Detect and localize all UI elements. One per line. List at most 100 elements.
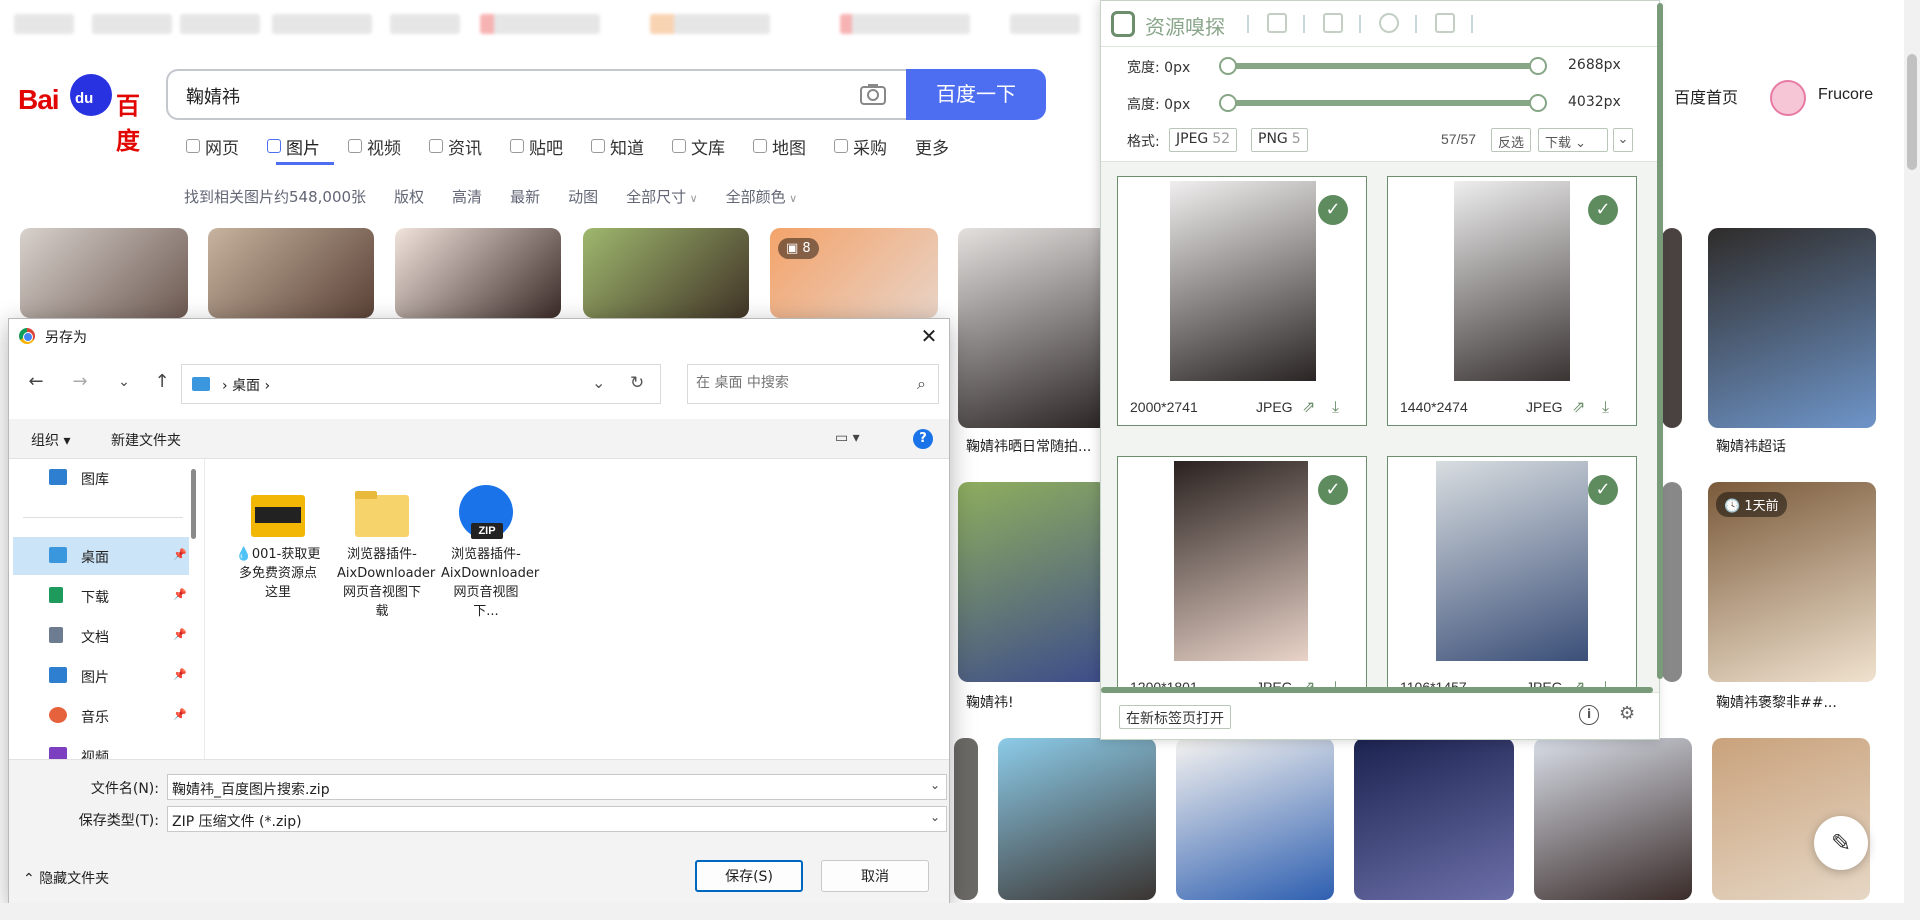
- width-range-slider[interactable]: [1219, 57, 1547, 75]
- download-icon[interactable]: ⤓: [1602, 397, 1609, 417]
- filter-copyright[interactable]: 版权: [394, 186, 424, 207]
- blurred-tab[interactable]: [180, 14, 260, 34]
- download-dropdown[interactable]: 下载 ⌄: [1538, 128, 1608, 152]
- blurred-tab[interactable]: [1010, 14, 1080, 34]
- image-card[interactable]: ✓ 1200*1801 JPEG ⇗ ⤓: [1117, 456, 1367, 692]
- filter-latest[interactable]: 最新: [510, 186, 540, 207]
- image-card[interactable]: ✓ 2000*2741 JPEG ⇗ ⤓: [1117, 176, 1367, 426]
- image-thumbnail[interactable]: [1176, 738, 1334, 900]
- filter-hd[interactable]: 高清: [452, 186, 482, 207]
- blurred-tab[interactable]: [650, 14, 770, 34]
- open-external-icon[interactable]: ⇗: [1572, 397, 1585, 416]
- chevron-down-icon[interactable]: ⌄: [930, 778, 940, 792]
- help-icon[interactable]: ?: [913, 429, 933, 449]
- download-options-toggle[interactable]: ⌄: [1613, 128, 1633, 152]
- image-thumbnail[interactable]: [954, 738, 978, 900]
- check-icon[interactable]: ✓: [1588, 475, 1618, 505]
- pin-icon[interactable]: 📌: [173, 548, 187, 561]
- tab-0[interactable]: 网页: [186, 134, 239, 159]
- pin-icon[interactable]: 📌: [173, 588, 187, 601]
- image-caption[interactable]: 鞠婧祎!: [966, 692, 1014, 712]
- sidebar-item-videos[interactable]: 视频: [13, 737, 189, 759]
- image-caption[interactable]: 鞠婧祎褒黎非##...: [1716, 692, 1837, 712]
- image-card[interactable]: ✓ 1440*2474 JPEG ⇗ ⤓: [1387, 176, 1637, 426]
- baidu-logo[interactable]: Bai du 百度: [18, 70, 148, 155]
- video-tab-icon[interactable]: [1323, 13, 1343, 33]
- organize-menu[interactable]: 组织 ▾: [31, 430, 70, 450]
- check-icon[interactable]: ✓: [1588, 195, 1618, 225]
- search-input[interactable]: [168, 71, 808, 120]
- filter-animated[interactable]: 动图: [568, 186, 598, 207]
- tab-2[interactable]: 视频: [348, 134, 401, 159]
- sidebar-item-music[interactable]: 音乐 📌: [13, 697, 189, 735]
- filter-size-dropdown[interactable]: 全部尺寸: [626, 186, 698, 207]
- sidebar-item-pictures[interactable]: 图片 📌: [13, 657, 189, 695]
- image-caption[interactable]: 鞠婧祎晒日常随拍...: [966, 436, 1091, 456]
- tab-9[interactable]: 更多: [915, 134, 949, 159]
- pin-icon[interactable]: 📌: [173, 708, 187, 721]
- image-thumbnail[interactable]: [998, 738, 1156, 900]
- tab-7[interactable]: 地图: [753, 134, 806, 159]
- open-external-icon[interactable]: ⇗: [1302, 397, 1315, 416]
- search-icon[interactable]: ⌕: [917, 374, 926, 394]
- filetype-select[interactable]: ZIP 压缩文件 (*.zip) ⌄: [167, 806, 947, 832]
- chevron-down-icon[interactable]: ⌄: [930, 810, 940, 824]
- breadcrumb[interactable]: › 桌面 ›: [222, 375, 270, 395]
- image-thumbnail[interactable]: [1354, 738, 1514, 900]
- panel-horizontal-scrollbar[interactable]: [1101, 687, 1653, 693]
- height-min-knob[interactable]: [1219, 94, 1237, 112]
- folder-search-input[interactable]: [688, 365, 898, 401]
- height-range-slider[interactable]: [1219, 94, 1547, 112]
- blurred-tab[interactable]: [92, 14, 172, 34]
- baidu-home-link[interactable]: 百度首页: [1674, 84, 1738, 108]
- new-folder-button[interactable]: 新建文件夹: [111, 430, 181, 450]
- blurred-tab[interactable]: [14, 14, 74, 34]
- info-icon[interactable]: i: [1579, 705, 1599, 725]
- refresh-icon[interactable]: ↻: [630, 373, 644, 393]
- sidebar-item-gallery[interactable]: 图库: [13, 459, 189, 497]
- file-item[interactable]: 浏览器插件-AixDownloader网页音视图下载: [337, 489, 435, 621]
- image-thumbnail[interactable]: [208, 228, 374, 318]
- image-thumbnail[interactable]: 🕓 1天前: [1708, 482, 1876, 682]
- image-thumbnail[interactable]: [395, 228, 561, 318]
- format-chip-jpeg[interactable]: JPEG 52: [1169, 128, 1238, 152]
- hide-folders-toggle[interactable]: ⌃ 隐藏文件夹: [23, 868, 109, 888]
- width-min-knob[interactable]: [1219, 57, 1237, 75]
- page-vertical-scrollbar[interactable]: [1904, 0, 1920, 920]
- tab-6[interactable]: 文库: [672, 134, 725, 159]
- cancel-button[interactable]: 取消: [821, 860, 929, 892]
- blurred-tab[interactable]: [390, 14, 460, 34]
- sidebar-item-desktop[interactable]: 桌面 📌: [13, 537, 189, 575]
- pin-icon[interactable]: 📌: [173, 628, 187, 641]
- save-button[interactable]: 保存(S): [695, 860, 803, 892]
- music-tab-icon[interactable]: [1379, 13, 1399, 33]
- image-thumbnail[interactable]: [1708, 228, 1876, 428]
- blurred-tab[interactable]: [840, 14, 970, 34]
- edit-pencil-icon[interactable]: ✎: [1814, 816, 1868, 870]
- height-max-knob[interactable]: [1529, 94, 1547, 112]
- image-tab-icon[interactable]: [1267, 13, 1287, 33]
- check-icon[interactable]: ✓: [1318, 475, 1348, 505]
- image-thumbnail[interactable]: [958, 228, 1108, 428]
- dialog-titlebar[interactable]: 另存为 ✕: [9, 319, 949, 353]
- filter-color-dropdown[interactable]: 全部颜色: [726, 186, 798, 207]
- gear-icon[interactable]: ⚙: [1619, 703, 1635, 724]
- search-button[interactable]: 百度一下: [906, 69, 1046, 120]
- pin-icon[interactable]: 📌: [173, 668, 187, 681]
- image-thumbnail[interactable]: [1662, 228, 1682, 428]
- tab-4[interactable]: 贴吧: [510, 134, 563, 159]
- width-max-knob[interactable]: [1529, 57, 1547, 75]
- filename-field[interactable]: 鞠婧祎_百度图片搜索.zip ⌄: [167, 774, 947, 800]
- blurred-tab[interactable]: [480, 14, 600, 34]
- back-arrow-icon[interactable]: ←: [23, 369, 49, 395]
- image-thumbnail[interactable]: [20, 228, 188, 318]
- recent-locations-chevron-icon[interactable]: ⌄: [111, 369, 137, 395]
- image-thumbnail[interactable]: [583, 228, 749, 318]
- check-icon[interactable]: ✓: [1318, 195, 1348, 225]
- tab-8[interactable]: 采购: [834, 134, 887, 159]
- tab-3[interactable]: 资讯: [429, 134, 482, 159]
- sidebar-scrollbar[interactable]: [191, 469, 196, 539]
- file-item[interactable]: ZIP 浏览器插件-AixDownloader网页音视图下...: [441, 485, 539, 621]
- image-caption[interactable]: 鞠婧祎超话: [1716, 436, 1786, 456]
- tab-5[interactable]: 知道: [591, 134, 644, 159]
